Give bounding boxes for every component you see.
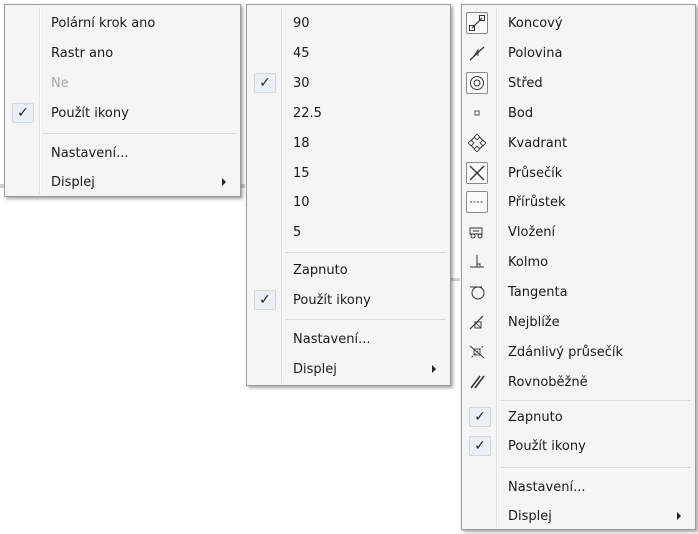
- menu-item-on[interactable]: ✓ Zapnuto: [464, 405, 693, 429]
- perpendicular-icon: [466, 251, 488, 273]
- intersection-icon: [466, 162, 488, 184]
- checkmark-icon: ✓: [254, 73, 276, 93]
- menu-item-label: 5: [293, 224, 302, 240]
- menu-item-label: 10: [293, 194, 310, 210]
- menu-item-label: Nejblíže: [508, 314, 560, 330]
- submenu-arrow-icon: [432, 365, 436, 373]
- menu-item-perpendicular[interactable]: Kolmo: [464, 250, 693, 274]
- menu-item-label: Polární krok ano: [51, 15, 156, 31]
- menu-item-label: Nastavení...: [51, 145, 129, 161]
- menu-separator: [500, 467, 691, 468]
- menu-item-label: Rastr ano: [51, 45, 114, 61]
- menu-item-angle-5[interactable]: 5: [249, 220, 448, 244]
- menu-item-display[interactable]: Displej: [7, 170, 238, 194]
- menu-item-label: Polovina: [508, 45, 563, 61]
- tangent-icon: [466, 281, 488, 303]
- polar-snap-context-menu: Polární krok ano Rastr ano Ne ✓ Použít i…: [4, 4, 241, 197]
- menu-item-label: 18: [293, 135, 310, 151]
- menu-item-label: 90: [293, 15, 310, 31]
- menu-item-label: Nastavení...: [508, 479, 586, 495]
- menu-item-display[interactable]: Displej: [249, 357, 448, 381]
- menu-item-label: Použít ikony: [508, 438, 586, 454]
- polar-angle-context-menu: 90 45 ✓ 30 22.5 18 15 10 5 Zapnuto ✓ Pou…: [246, 4, 451, 386]
- menu-item-insertion[interactable]: Vložení: [464, 220, 693, 244]
- menu-item-apparent-intersection[interactable]: Zdánlivý průsečík: [464, 340, 693, 364]
- menu-separator: [43, 133, 236, 134]
- menu-separator: [285, 319, 446, 320]
- menu-item-settings[interactable]: Nastavení...: [249, 327, 448, 351]
- menu-item-label: Průsečík: [508, 165, 563, 181]
- checkmark-icon: ✓: [469, 407, 491, 427]
- menu-item-angle-15[interactable]: 15: [249, 161, 448, 185]
- menu-item-label: 30: [293, 75, 310, 91]
- menu-item-label: Displej: [293, 361, 337, 377]
- menu-item-label: 45: [293, 45, 310, 61]
- parallel-icon: [466, 371, 488, 393]
- menu-item-label: Displej: [51, 174, 95, 190]
- menu-item-angle-10[interactable]: 10: [249, 190, 448, 214]
- menu-item-quadrant[interactable]: Kvadrant: [464, 131, 693, 155]
- center-icon: [466, 72, 488, 94]
- menu-item-label: Přírůstek: [508, 194, 566, 210]
- menu-item-label: Vložení: [508, 224, 556, 240]
- node-icon: [466, 102, 488, 124]
- menu-item-use-icons[interactable]: ✓ Použít ikony: [249, 288, 448, 312]
- menu-item-on[interactable]: Zapnuto: [249, 258, 448, 282]
- menu-item-polar-on[interactable]: Polární krok ano: [7, 11, 238, 35]
- menu-item-center[interactable]: Střed: [464, 71, 693, 95]
- menu-separator: [500, 400, 691, 401]
- submenu-arrow-icon: [677, 512, 681, 520]
- menu-item-extension[interactable]: Přírůstek: [464, 190, 693, 214]
- menu-item-use-icons[interactable]: ✓ Použít ikony: [7, 101, 238, 125]
- menu-item-grid-on[interactable]: Rastr ano: [7, 41, 238, 65]
- menu-item-endpoint[interactable]: Koncový: [464, 11, 693, 35]
- menu-item-use-icons[interactable]: ✓ Použít ikony: [464, 434, 693, 458]
- menu-item-angle-45[interactable]: 45: [249, 41, 448, 65]
- menu-item-label: Ne: [51, 75, 69, 91]
- apparent-intersection-icon: [466, 341, 488, 363]
- menu-item-settings[interactable]: Nastavení...: [464, 475, 693, 499]
- nearest-icon: [466, 311, 488, 333]
- menu-item-label: 15: [293, 165, 310, 181]
- menu-item-nearest[interactable]: Nejblíže: [464, 310, 693, 334]
- endpoint-icon: [466, 12, 488, 34]
- menu-item-angle-90[interactable]: 90: [249, 11, 448, 35]
- menu-item-angle-22-5[interactable]: 22.5: [249, 101, 448, 125]
- menu-item-label: Zdánlivý průsečík: [508, 344, 624, 360]
- extension-icon: [466, 191, 488, 213]
- menu-item-label: 22.5: [293, 105, 322, 121]
- menu-item-label: Tangenta: [508, 284, 568, 300]
- menu-item-display[interactable]: Displej: [464, 504, 693, 528]
- checkmark-icon: ✓: [254, 290, 276, 310]
- checkmark-icon: ✓: [469, 436, 491, 456]
- insertion-icon: [466, 221, 488, 243]
- submenu-arrow-icon: [222, 178, 226, 186]
- menu-item-label: Kolmo: [508, 254, 549, 270]
- checkmark-icon: ✓: [12, 103, 34, 123]
- menu-item-midpoint[interactable]: Polovina: [464, 41, 693, 65]
- menu-item-intersection[interactable]: Průsečík: [464, 161, 693, 185]
- menu-item-label: Použít ikony: [293, 292, 371, 308]
- menu-item-off: Ne: [7, 71, 238, 95]
- menu-item-parallel[interactable]: Rovnoběžně: [464, 370, 693, 394]
- menu-item-label: Rovnoběžně: [508, 374, 588, 390]
- menu-item-tangent[interactable]: Tangenta: [464, 280, 693, 304]
- menu-item-label: Nastavení...: [293, 331, 371, 347]
- menu-item-label: Střed: [508, 75, 543, 91]
- menu-item-label: Kvadrant: [508, 135, 568, 151]
- midpoint-icon: [466, 42, 488, 64]
- menu-item-angle-30[interactable]: ✓ 30: [249, 71, 448, 95]
- quadrant-icon: [466, 132, 488, 154]
- menu-separator: [285, 252, 446, 253]
- menu-item-settings[interactable]: Nastavení...: [7, 141, 238, 165]
- menu-item-label: Koncový: [508, 15, 563, 31]
- menu-item-angle-18[interactable]: 18: [249, 131, 448, 155]
- object-snap-context-menu: Koncový Polovina Střed Bod Kvadrant Průs…: [461, 4, 696, 530]
- menu-item-node[interactable]: Bod: [464, 101, 693, 125]
- menu-item-label: Použít ikony: [51, 105, 129, 121]
- menu-item-label: Zapnuto: [508, 409, 563, 425]
- menu-item-label: Displej: [508, 508, 552, 524]
- menu-item-label: Zapnuto: [293, 262, 348, 278]
- menu-item-label: Bod: [508, 105, 534, 121]
